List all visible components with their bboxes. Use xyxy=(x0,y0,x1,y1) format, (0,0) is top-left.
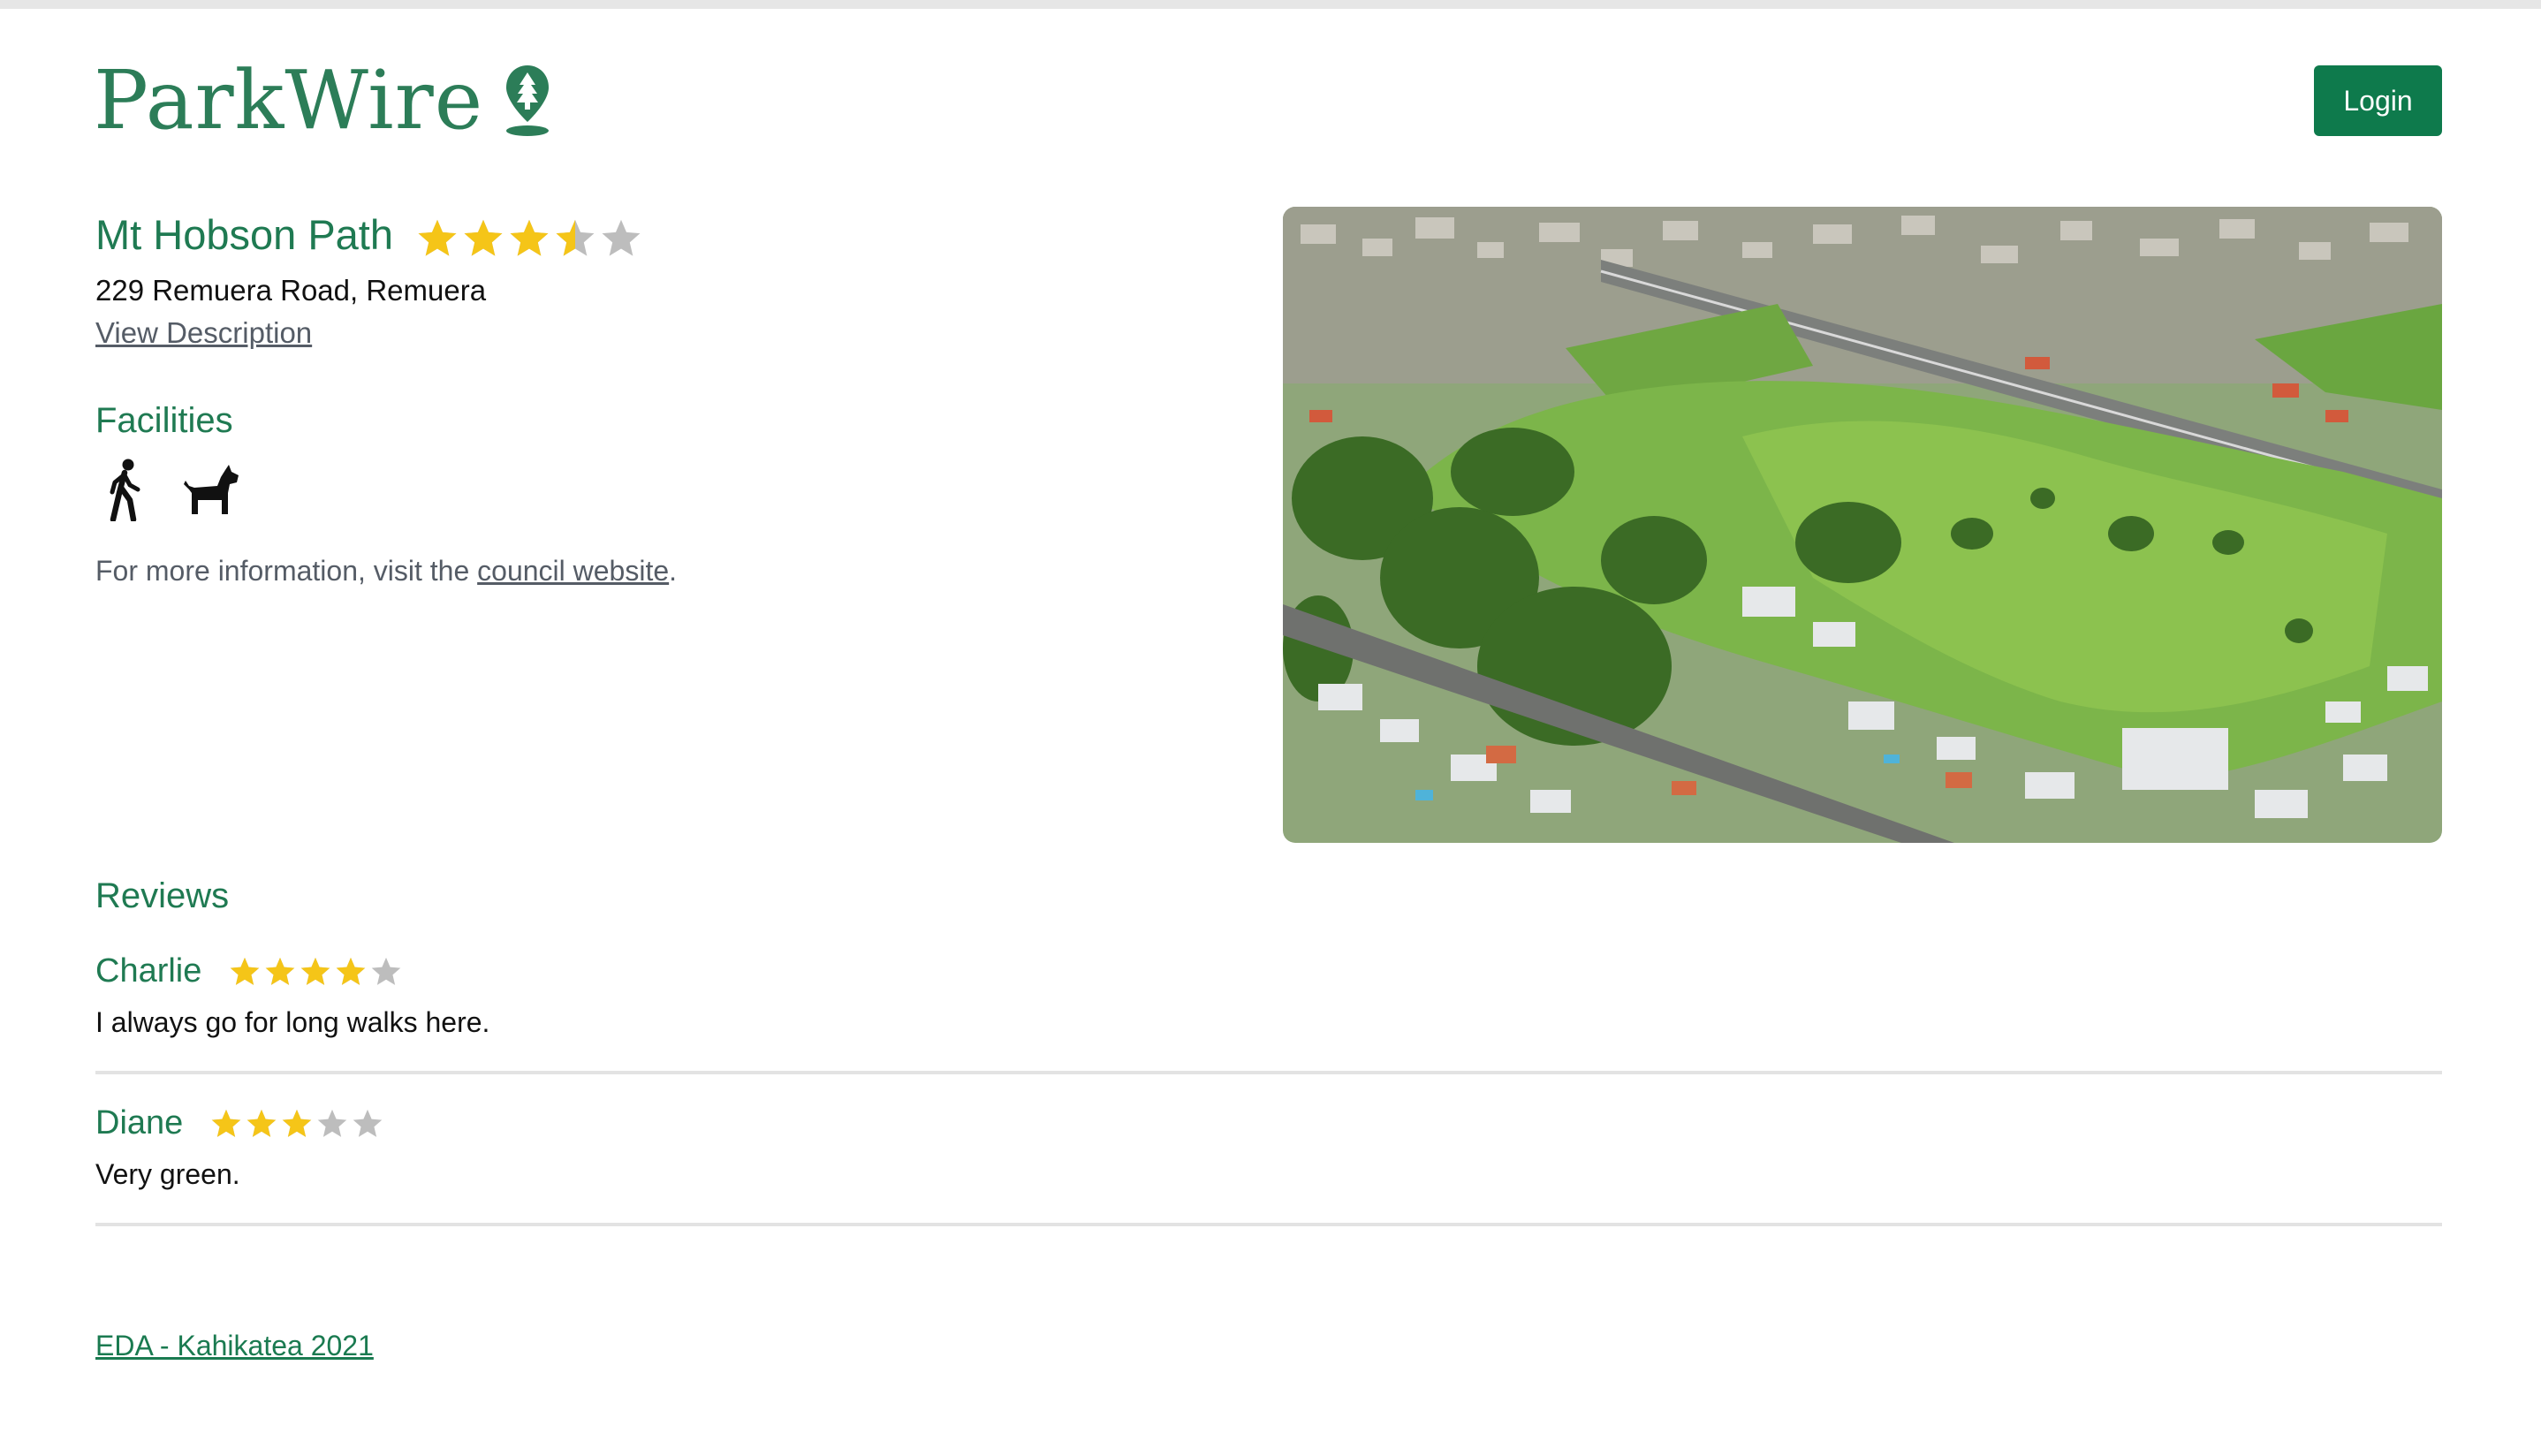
review-rating xyxy=(228,955,403,989)
facilities-heading: Facilities xyxy=(95,401,233,440)
more-info-prefix: For more information, visit the xyxy=(95,555,478,587)
star-filled-icon xyxy=(231,957,260,985)
council-website-link[interactable]: council website xyxy=(477,555,669,587)
star-empty-icon xyxy=(372,957,401,985)
dog-icon xyxy=(184,465,239,514)
star-filled-icon xyxy=(301,957,330,985)
top-border xyxy=(0,0,2541,9)
walking-icon xyxy=(110,459,140,521)
reviews-heading: Reviews xyxy=(95,876,230,915)
star-half-icon xyxy=(556,219,595,256)
facilities-icons xyxy=(95,458,242,521)
star-filled-icon xyxy=(464,219,503,256)
star-empty-icon xyxy=(353,1109,383,1137)
more-info-suffix: . xyxy=(669,555,678,587)
star-filled-icon xyxy=(282,1109,312,1137)
tree-pin-icon xyxy=(506,65,550,136)
star-filled-icon xyxy=(247,1109,277,1137)
review-author: Charlie xyxy=(95,952,202,990)
star-empty-icon xyxy=(602,219,641,256)
review-author: Diane xyxy=(95,1104,184,1141)
park-title: Mt Hobson Path xyxy=(95,211,394,258)
footer-link[interactable]: EDA - Kahikatea 2021 xyxy=(95,1330,374,1362)
review-text: Very green. xyxy=(95,1158,240,1190)
brand-logo[interactable]: ParkWire xyxy=(94,60,552,141)
login-button[interactable]: Login xyxy=(2314,65,2442,136)
review-rating xyxy=(209,1107,384,1141)
brand-name: ParkWire xyxy=(94,53,484,148)
aerial-park-photo xyxy=(1283,207,2442,843)
star-filled-icon xyxy=(418,219,457,256)
star-filled-icon xyxy=(510,219,549,256)
review-text: I always go for long walks here. xyxy=(95,1006,490,1038)
star-filled-icon xyxy=(266,957,295,985)
more-info-text: For more information, visit the council … xyxy=(95,555,677,588)
park-rating xyxy=(415,216,643,261)
star-filled-icon xyxy=(211,1109,241,1137)
star-filled-icon xyxy=(337,957,366,985)
view-description-link[interactable]: View Description xyxy=(95,316,312,350)
star-empty-icon xyxy=(317,1109,347,1137)
park-address: 229 Remuera Road, Remuera xyxy=(95,274,487,307)
review-item: Charlie I always go for long walks here. xyxy=(95,952,2442,1074)
aerial-photo-illustration xyxy=(1283,207,2442,843)
review-item: Diane Very green. xyxy=(95,1104,2442,1226)
